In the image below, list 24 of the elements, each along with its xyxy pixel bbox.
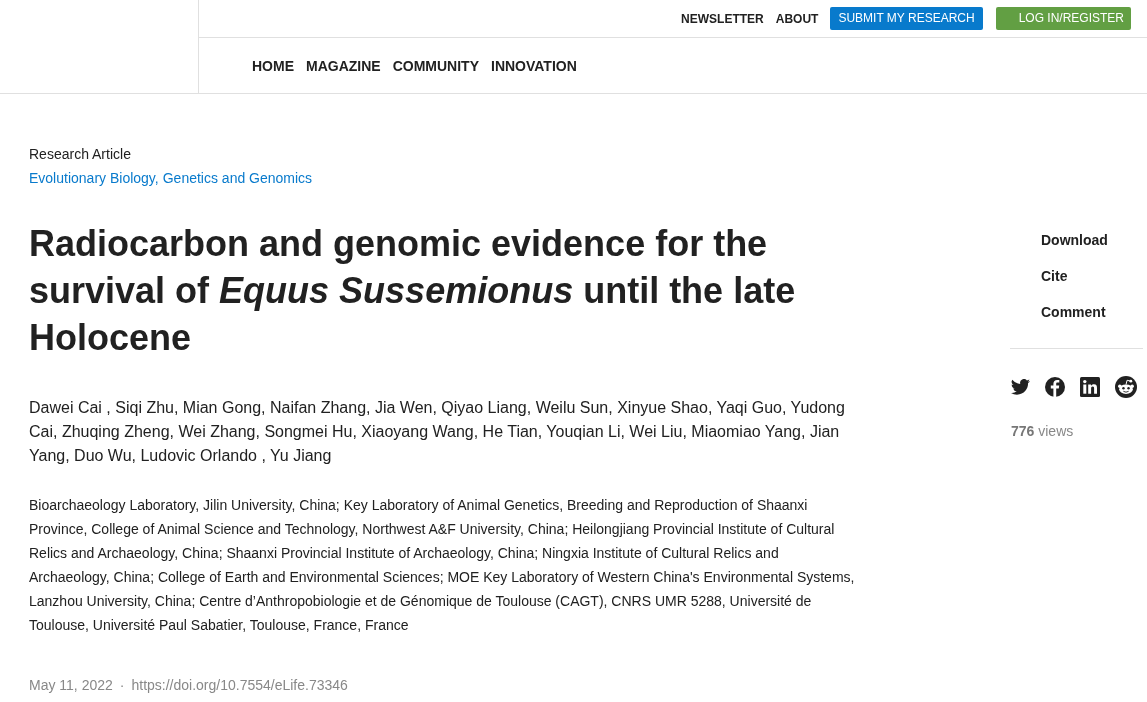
linkedin-icon[interactable]	[1080, 377, 1100, 397]
affiliations-text: Bioarchaeology Laboratory, Jilin University, China; Key Laboratory of Animal Genetics, Breeding and Reproduction of Shaanxi Province, College of Animal Science and Technology, Northwest A&F University, China; Heilongjiang Provincial Institute of Cultural Relics and Archaeology, China; Shaanxi Provincial Institute of Archaeology, China; Ningxia Institute of Cultural Relics and Archaeology, China; College of Earth and Environmental Sciences; MOE Key Laboratory of Western China's Environmental Systems, Lanzhou University, China; Centre d’Anthropobiologie et de Génomique de Toulouse (CAGT), CNRS UMR 5288, Université de Toulouse, Université Paul Sabatier, Toulouse, France, France	[29, 496, 855, 635]
twitter-icon[interactable]	[1011, 379, 1030, 395]
separator-dot: ·	[119, 676, 125, 695]
nav-link[interactable]: COMMUNITY	[392, 56, 479, 75]
article-type: Research Article	[29, 145, 132, 164]
view-count: 776 views	[1010, 422, 1075, 441]
nav-link[interactable]: INNOVATION	[491, 56, 577, 75]
action-link[interactable]: Comment	[1041, 294, 1106, 330]
submit-button[interactable]: SUBMIT MY RESEARCH	[830, 7, 983, 30]
facebook-icon[interactable]	[1045, 377, 1065, 397]
nav-link[interactable]: HOME	[252, 56, 294, 75]
publication-date: May 11, 2022	[29, 676, 113, 695]
header-link[interactable]: ABOUT	[775, 10, 819, 27]
doi-link[interactable]: https://doi.org/10.7554/eLife.73346	[131, 673, 348, 697]
subject-link[interactable]: Evolutionary Biology,	[29, 166, 159, 190]
nav-link[interactable]: MAGAZINE	[306, 56, 381, 75]
reddit-icon[interactable]	[1115, 376, 1137, 398]
action-link[interactable]: Download	[1041, 222, 1108, 258]
header-link[interactable]: NEWSLETTER	[681, 10, 764, 27]
article-title: Radiocarbon and genomic evidence for the survival of Equus Sussemionus until the late Holocene	[29, 222, 797, 360]
action-link[interactable]: Cite	[1041, 258, 1068, 294]
subject-link[interactable]: Genetics and Genomics	[162, 166, 313, 190]
author-list: Dawei Cai , Siqi Zhu, Mian Gong, Naifan Zhang, Jia Wen, Qiyao Liang, Weilu Sun, Xinyue Shao, Yaqi Guo, Yudong Cai, Zhuqing Zheng, Wei Zhang, Songmei Hu, Xiaoyang Wang, He Tian, Youqian Li, Wei Liu, Miaomiao Yang, Jian Yang, Duo Wu, Ludovic Orlando , Yu Jiang	[29, 396, 855, 468]
